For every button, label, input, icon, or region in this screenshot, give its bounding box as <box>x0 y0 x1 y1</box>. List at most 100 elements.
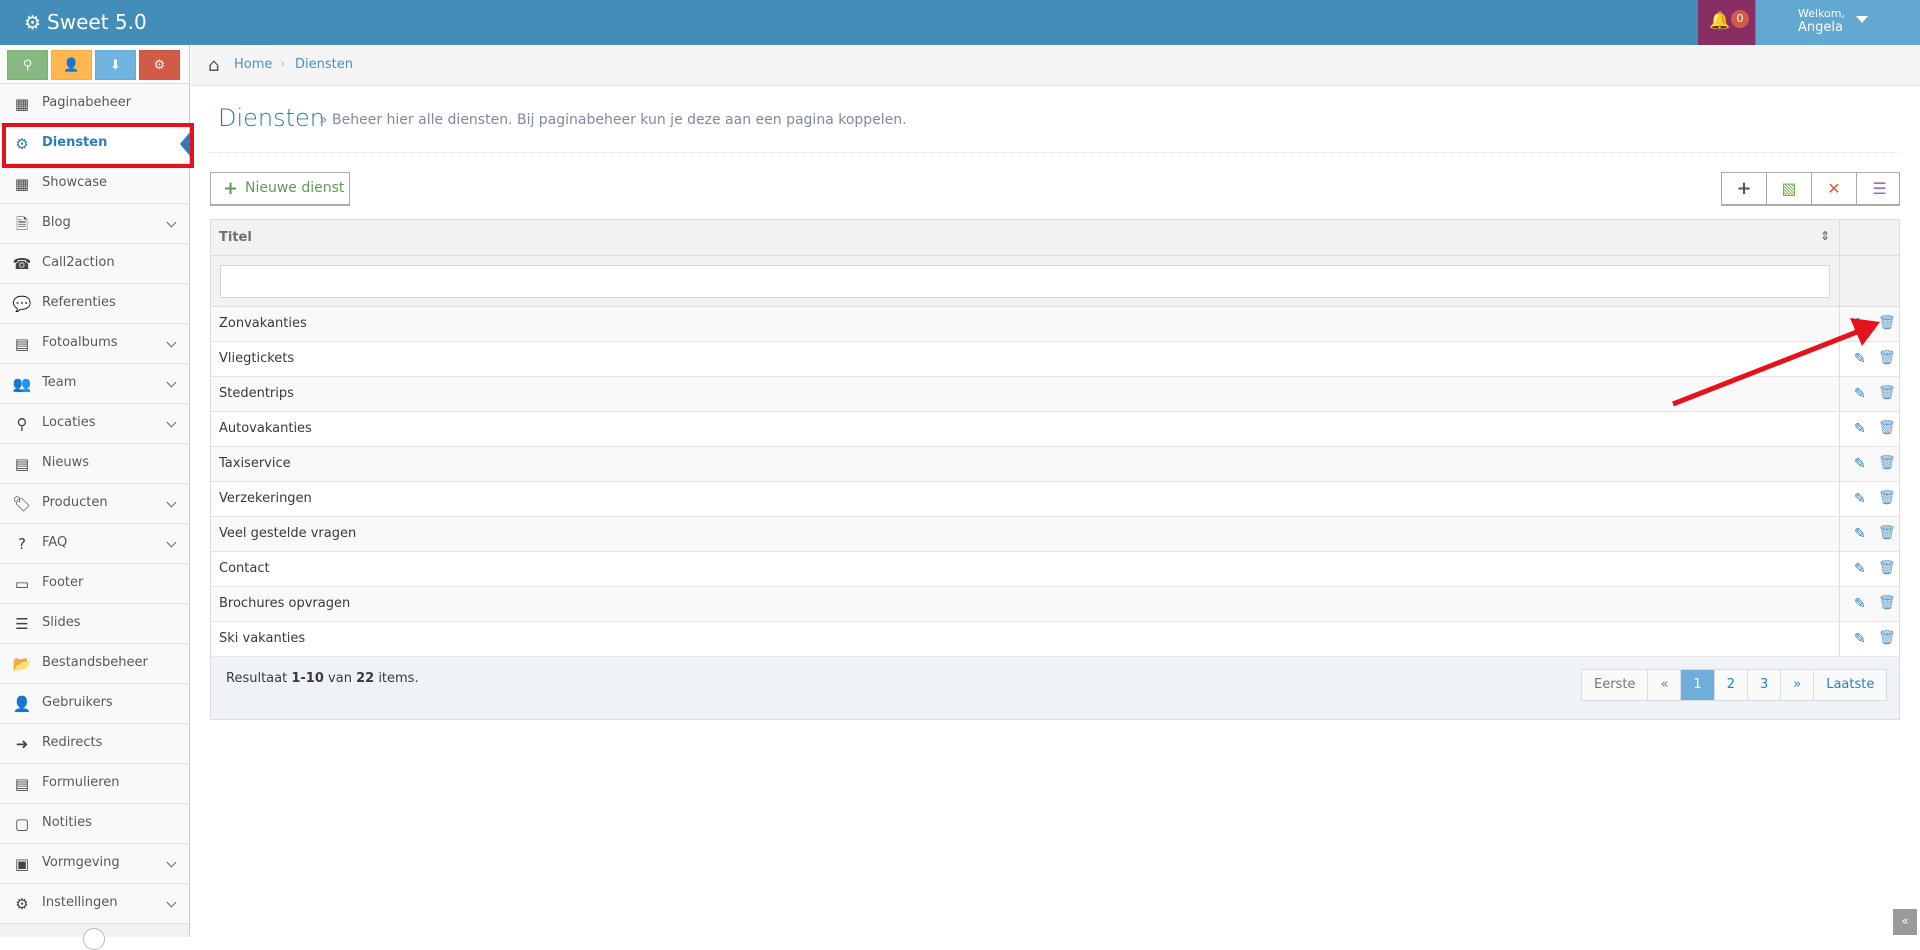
trash-icon[interactable]: 🗑 <box>1878 595 1896 611</box>
user-menu[interactable]: Welkom, Angela <box>1756 0 1920 45</box>
pager-first[interactable]: Eerste <box>1582 670 1649 700</box>
shortcut-button-4[interactable]: ⚙ <box>139 50 180 80</box>
sidebar-item-call2action[interactable]: ☎ Call2action <box>0 244 189 284</box>
chevron-down-icon <box>166 857 177 868</box>
scroll-to-top-button[interactable]: « <box>1893 909 1917 935</box>
sidebar-item-producten[interactable]: 🏷 Producten <box>0 484 189 524</box>
table-row[interactable]: Verzekeringen ✎ 🗑 <box>211 482 1899 517</box>
breadcrumb: ⌂ Home › Diensten <box>191 45 1920 86</box>
table-row[interactable]: Veel gestelde vragen ✎ 🗑 <box>211 517 1899 552</box>
sidebar-item-fotoalbums[interactable]: ▤ Fotoalbums <box>0 324 189 364</box>
sidebar-item-label: Bestandsbeheer <box>42 655 148 670</box>
sidebar-item-referenties[interactable]: 💬 Referenties <box>0 284 189 324</box>
shortcut-button-2[interactable]: 👤 <box>51 50 92 80</box>
pager-next[interactable]: » <box>1781 670 1815 700</box>
pencil-icon[interactable]: ✎ <box>1854 456 1866 472</box>
sidebar-item-formulieren[interactable]: ▤ Formulieren <box>0 764 189 804</box>
table-row[interactable]: Taxiservice ✎ 🗑 <box>211 447 1899 482</box>
sidebar-item-redirects[interactable]: ➜ Redirects <box>0 724 189 764</box>
sidebar-item-team[interactable]: 👥 Team <box>0 364 189 404</box>
pencil-icon[interactable]: ✎ <box>1854 561 1866 577</box>
pencil-icon[interactable]: ✎ <box>1854 421 1866 437</box>
title-filter-input[interactable] <box>220 265 1830 298</box>
row-title: Stedentrips <box>219 386 294 401</box>
delete-selected-button[interactable]: ✕ <box>1812 173 1857 204</box>
add-button[interactable]: + <box>1722 173 1767 204</box>
trash-icon[interactable]: 🗑 <box>1878 385 1896 401</box>
footer-icon: ▭ <box>14 575 30 593</box>
breadcrumb-home[interactable]: Home <box>234 57 272 72</box>
user-name: Angela <box>1798 20 1843 35</box>
pager-last[interactable]: Laatste <box>1814 670 1886 700</box>
sidebar-item-faq[interactable]: ? FAQ <box>0 524 189 564</box>
table-row[interactable]: Autovakanties ✎ 🗑 <box>211 412 1899 447</box>
brand-logo[interactable]: ⚙ Sweet 5.0 <box>24 0 147 45</box>
top-navbar: ⚙ Sweet 5.0 🔔 0 Welkom, Angela <box>0 0 1920 45</box>
export-excel-button[interactable]: ▧ <box>1767 173 1812 204</box>
sidebar-item-locaties[interactable]: ⚲ Locaties <box>0 404 189 444</box>
trash-icon[interactable]: 🗑 <box>1878 525 1896 541</box>
pencil-icon[interactable]: ✎ <box>1854 351 1866 367</box>
users-icon: 👥 <box>12 375 32 393</box>
sidebar-item-bestandsbeheer[interactable]: 📂 Bestandsbeheer <box>0 644 189 684</box>
pencil-icon[interactable]: ✎ <box>1854 596 1866 612</box>
sidebar-item-label: Formulieren <box>42 775 120 790</box>
pager-page-3[interactable]: 3 <box>1748 670 1782 700</box>
shortcut-button-1[interactable]: ⚲ <box>7 50 48 80</box>
pencil-icon[interactable]: ✎ <box>1854 316 1866 332</box>
shortcut-button-3[interactable]: ⬇ <box>95 50 136 80</box>
table-row[interactable]: Vliegtickets ✎ 🗑 <box>211 342 1899 377</box>
table-row[interactable]: Ski vakanties ✎ 🗑 <box>211 622 1899 657</box>
question-icon: ? <box>18 535 26 553</box>
sidebar-item-paginabeheer[interactable]: ▦ Paginabeheer <box>0 84 189 124</box>
trash-icon[interactable]: 🗑 <box>1878 630 1896 646</box>
user-icon: 👤 <box>12 695 32 713</box>
columns-button[interactable]: ☰ <box>1857 173 1902 204</box>
newspaper-icon: ▤ <box>14 455 30 473</box>
pager-page-2[interactable]: 2 <box>1715 670 1748 700</box>
breadcrumb-current[interactable]: Diensten <box>295 57 353 72</box>
pencil-icon[interactable]: ✎ <box>1854 386 1866 402</box>
page-title: Diensten <box>218 104 326 132</box>
trash-icon[interactable]: 🗑 <box>1878 315 1896 331</box>
layout-icon: ▣ <box>14 855 30 873</box>
sort-icon[interactable]: ⇕ <box>1820 229 1830 243</box>
column-header-title[interactable]: Titel <box>219 230 252 245</box>
pager-page-1[interactable]: 1 <box>1681 670 1715 700</box>
map-marker-icon: ⚲ <box>22 58 33 73</box>
pencil-icon[interactable]: ✎ <box>1854 526 1866 542</box>
sidebar-item-showcase[interactable]: ▦ Showcase <box>0 164 189 204</box>
sidebar-item-blog[interactable]: 🗎 Blog <box>0 204 189 244</box>
sidebar-collapse-button[interactable] <box>83 928 105 950</box>
cogs-icon: ⚙ <box>153 58 166 73</box>
file-icon: 🗎 <box>15 215 29 233</box>
sidebar-item-label: Instellingen <box>42 895 118 910</box>
trash-icon[interactable]: 🗑 <box>1878 420 1896 436</box>
sidebar-item-notities[interactable]: ▢ Notities <box>0 804 189 844</box>
sidebar-item-slides[interactable]: ☰ Slides <box>0 604 189 644</box>
trash-icon[interactable]: 🗑 <box>1878 490 1896 506</box>
sidebar-item-gebruikers[interactable]: 👤 Gebruikers <box>0 684 189 724</box>
sidebar-item-vormgeving[interactable]: ▣ Vormgeving <box>0 844 189 884</box>
table-row[interactable]: Brochures opvragen ✎ 🗑 <box>211 587 1899 622</box>
new-service-button[interactable]: + Nieuwe dienst <box>210 172 350 206</box>
sidebar-item-nieuws[interactable]: ▤ Nieuws <box>0 444 189 484</box>
sidebar-item-footer[interactable]: ▭ Footer <box>0 564 189 604</box>
pencil-icon[interactable]: ✎ <box>1854 631 1866 647</box>
download-icon: ⬇ <box>110 58 121 73</box>
pencil-icon[interactable]: ✎ <box>1854 491 1866 507</box>
table-row[interactable]: Zonvakanties ✎ 🗑 <box>211 307 1899 342</box>
phone-icon: ☎ <box>12 255 32 273</box>
sidebar-item-label: Paginabeheer <box>42 95 132 110</box>
sidebar-item-instellingen[interactable]: ⚙ Instellingen <box>0 884 189 924</box>
notifications-button[interactable]: 🔔 0 <box>1698 0 1755 45</box>
table-row[interactable]: Stedentrips ✎ 🗑 <box>211 377 1899 412</box>
sidebar-shortcuts: ⚲ 👤 ⬇ ⚙ <box>0 45 189 84</box>
sidebar-item-label: Gebruikers <box>42 695 113 710</box>
sidebar-item-label: Referenties <box>42 295 116 310</box>
table-row[interactable]: Contact ✎ 🗑 <box>211 552 1899 587</box>
trash-icon[interactable]: 🗑 <box>1878 350 1896 366</box>
trash-icon[interactable]: 🗑 <box>1878 560 1896 576</box>
pager-prev[interactable]: « <box>1648 670 1682 700</box>
trash-icon[interactable]: 🗑 <box>1878 455 1896 471</box>
